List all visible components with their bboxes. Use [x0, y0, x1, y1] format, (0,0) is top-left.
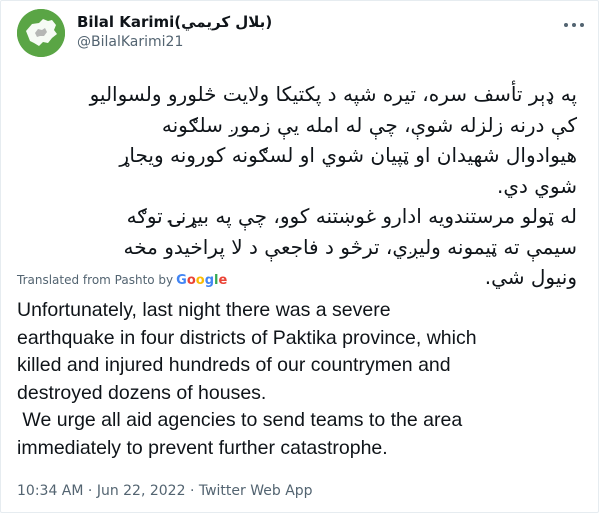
translated-from-label: Translated from Pashto by: [17, 273, 174, 287]
original-line: له ټولو مرستندویه ادارو غوښتنه کوو، چې پ…: [126, 204, 577, 228]
tweet-source: Twitter Web App: [198, 483, 313, 499]
translation-line: destroyed dozens of houses.: [17, 381, 267, 404]
original-tweet-text: په ډېر تأسف سره، تیره شپه د پکتیکا ولایت…: [17, 79, 577, 293]
flag-map-avatar-image: [17, 9, 65, 57]
more-horizontal-icon-dot: [580, 23, 584, 27]
google-logo-letter: o: [195, 273, 205, 288]
tweet-date[interactable]: Jun 22, 2022: [97, 483, 186, 499]
tweet-metadata: 10:34 AM · Jun 22, 2022 · Twitter Web Ap…: [17, 483, 313, 499]
more-horizontal-icon: [564, 23, 568, 27]
google-logo: Google: [176, 273, 227, 288]
separator: ·: [189, 483, 195, 499]
translation-line: Unfortunately, last night there was a se…: [17, 299, 391, 321]
google-logo-letter: G: [176, 273, 187, 288]
avatar[interactable]: [17, 9, 65, 57]
user-handle[interactable]: @BilalKarimi21: [77, 34, 183, 50]
translation-line: immediately to prevent further catastrop…: [17, 436, 388, 459]
more-options-button[interactable]: [562, 13, 586, 37]
translation-attribution[interactable]: Translated from Pashto by Google: [17, 273, 227, 288]
separator: ·: [87, 483, 93, 499]
original-line: کې درنه زلزله شوې، چې له امله يې زموږ سل…: [161, 112, 577, 137]
translation-line: earthquake in four districts of Paktika …: [17, 326, 477, 349]
google-logo-letter: g: [204, 273, 215, 288]
original-line: شوي دي.: [496, 173, 577, 198]
original-line: په ډېر تأسف سره، تیره شپه د پکتیکا ولایت…: [89, 82, 577, 106]
translated-tweet-text: Unfortunately, last night there was a se…: [17, 297, 587, 462]
tweet-card: Bilal Karimi(بلال کریمي) @BilalKarimi21 …: [0, 0, 599, 513]
translation-line: We urge all aid agencies to send teams t…: [17, 409, 463, 431]
google-logo-letter: o: [186, 273, 196, 288]
tweet-time[interactable]: 10:34 AM: [17, 483, 83, 499]
original-line: هیوادوال شهیدان او ټپیان شوي او لسګونه ک…: [119, 143, 577, 167]
translation-line: killed and injured hundreds of our count…: [17, 354, 451, 376]
google-logo-letter: e: [218, 273, 228, 288]
display-name[interactable]: Bilal Karimi(بلال کریمي): [77, 13, 272, 31]
original-line: سیمې ته ټیمونه ولیږي، ترڅو د فاجعې د لا …: [123, 234, 577, 259]
more-horizontal-icon-dot: [572, 23, 576, 27]
